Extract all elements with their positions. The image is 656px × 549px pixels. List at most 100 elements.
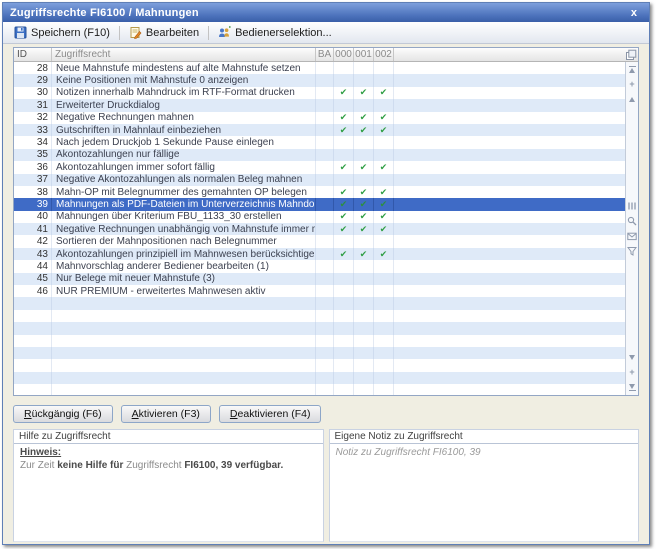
row-001-check[interactable] — [354, 174, 374, 186]
table-row[interactable]: 41 Negative Rechnungen unabhängig von Ma… — [14, 223, 625, 235]
row-000-check[interactable] — [334, 359, 354, 371]
table-row[interactable]: 42 Sortieren der Mahnpositionen nach Bel… — [14, 235, 625, 247]
column-header-002[interactable]: 002 — [374, 48, 394, 61]
mail-icon[interactable] — [627, 231, 638, 242]
row-ba-check[interactable] — [316, 310, 334, 322]
row-000-check[interactable]: ✔ — [334, 211, 354, 223]
scroll-top-icon[interactable] — [627, 64, 638, 75]
close-icon[interactable]: x — [626, 7, 642, 19]
row-002-check[interactable] — [374, 310, 394, 322]
row-002-check[interactable] — [374, 273, 394, 285]
row-000-check[interactable]: ✔ — [334, 198, 354, 210]
column-header-ba[interactable]: BA — [316, 48, 334, 61]
row-ba-check[interactable] — [316, 372, 334, 384]
row-ba-check[interactable] — [316, 186, 334, 198]
row-ba-check[interactable] — [316, 384, 334, 395]
row-ba-check[interactable] — [316, 223, 334, 235]
row-001-check[interactable] — [354, 149, 374, 161]
table-row[interactable]: 32 Negative Rechnungen mahnen ✔ ✔ ✔ — [14, 112, 625, 124]
grid-header-row[interactable]: ID Zugriffsrecht BA 000 001 002 — [14, 48, 638, 62]
row-ba-check[interactable] — [316, 322, 334, 334]
row-ba-check[interactable] — [316, 273, 334, 285]
row-001-check[interactable]: ✔ — [354, 124, 374, 136]
row-ba-check[interactable] — [316, 260, 334, 272]
operator-selection-button[interactable]: Bedienerselektion... — [212, 25, 338, 40]
row-000-check[interactable] — [334, 347, 354, 359]
row-002-check[interactable] — [374, 297, 394, 309]
row-002-check[interactable] — [374, 74, 394, 86]
row-001-check[interactable]: ✔ — [354, 112, 374, 124]
empty-row[interactable] — [14, 297, 625, 309]
row-002-check[interactable] — [374, 322, 394, 334]
search-icon[interactable] — [627, 216, 638, 227]
scroll-up-icon[interactable] — [627, 94, 638, 105]
row-000-check[interactable] — [334, 235, 354, 247]
row-000-check[interactable] — [334, 62, 354, 74]
row-ba-check[interactable] — [316, 211, 334, 223]
row-001-check[interactable]: ✔ — [354, 198, 374, 210]
table-row[interactable]: 33 Gutschriften in Mahnlauf einbeziehen … — [14, 124, 625, 136]
row-ba-check[interactable] — [316, 124, 334, 136]
row-001-check[interactable] — [354, 285, 374, 297]
row-000-check[interactable]: ✔ — [334, 186, 354, 198]
table-row[interactable]: 40 Mahnungen über Kriterium FBU_1133_30 … — [14, 211, 625, 223]
row-001-check[interactable] — [354, 62, 374, 74]
row-000-check[interactable] — [334, 273, 354, 285]
row-001-check[interactable]: ✔ — [354, 161, 374, 173]
grid-options-icon[interactable] — [625, 49, 637, 61]
row-ba-check[interactable] — [316, 149, 334, 161]
column-header-zugriffsrecht[interactable]: Zugriffsrecht — [52, 48, 316, 61]
row-001-check[interactable] — [354, 347, 374, 359]
row-000-check[interactable]: ✔ — [334, 223, 354, 235]
row-000-check[interactable]: ✔ — [334, 87, 354, 99]
row-002-check[interactable]: ✔ — [374, 211, 394, 223]
row-000-check[interactable]: ✔ — [334, 112, 354, 124]
table-row[interactable]: 37 Negative Akontozahlungen als normalen… — [14, 174, 625, 186]
row-002-check[interactable] — [374, 260, 394, 272]
filter-icon[interactable] — [627, 246, 638, 257]
row-002-check[interactable] — [374, 285, 394, 297]
row-002-check[interactable] — [374, 384, 394, 395]
row-001-check[interactable]: ✔ — [354, 186, 374, 198]
row-000-check[interactable] — [334, 99, 354, 111]
table-row[interactable]: 35 Akontozahlungen nur fällige — [14, 149, 625, 161]
row-000-check[interactable] — [334, 285, 354, 297]
row-ba-check[interactable] — [316, 235, 334, 247]
row-000-check[interactable] — [334, 74, 354, 86]
empty-row[interactable] — [14, 310, 625, 322]
row-002-check[interactable]: ✔ — [374, 112, 394, 124]
row-001-check[interactable] — [354, 335, 374, 347]
row-000-check[interactable] — [334, 372, 354, 384]
row-000-check[interactable] — [334, 335, 354, 347]
row-ba-check[interactable] — [316, 335, 334, 347]
row-000-check[interactable] — [334, 260, 354, 272]
row-add-icon[interactable]: + — [627, 367, 638, 378]
row-ba-check[interactable] — [316, 174, 334, 186]
row-000-check[interactable]: ✔ — [334, 124, 354, 136]
row-001-check[interactable] — [354, 260, 374, 272]
row-002-check[interactable]: ✔ — [374, 87, 394, 99]
row-000-check[interactable] — [334, 136, 354, 148]
row-002-check[interactable] — [374, 359, 394, 371]
row-000-check[interactable] — [334, 322, 354, 334]
table-row[interactable]: 34 Nach jedem Druckjob 1 Sekunde Pause e… — [14, 136, 625, 148]
row-001-check[interactable] — [354, 372, 374, 384]
table-row[interactable]: 30 Notizen innerhalb Mahndruck im RTF-Fo… — [14, 87, 625, 99]
row-000-check[interactable]: ✔ — [334, 161, 354, 173]
row-000-check[interactable]: ✔ — [334, 248, 354, 260]
column-header-000[interactable]: 000 — [334, 48, 354, 61]
table-row[interactable]: 31 Erweiterter Druckdialog — [14, 99, 625, 111]
row-002-check[interactable] — [374, 174, 394, 186]
row-001-check[interactable] — [354, 359, 374, 371]
row-000-check[interactable] — [334, 384, 354, 395]
table-row[interactable]: 29 Keine Positionen mit Mahnstufe 0 anze… — [14, 74, 625, 86]
row-001-check[interactable] — [354, 136, 374, 148]
row-002-check[interactable]: ✔ — [374, 124, 394, 136]
title-bar[interactable]: Zugriffsrechte FI6100 / Mahnungen x — [3, 3, 649, 22]
row-001-check[interactable] — [354, 384, 374, 395]
table-row[interactable]: 39 Mahnungen als PDF-Dateien im Unterver… — [14, 198, 625, 210]
row-001-check[interactable] — [354, 273, 374, 285]
row-001-check[interactable] — [354, 99, 374, 111]
row-001-check[interactable]: ✔ — [354, 87, 374, 99]
row-insert-icon[interactable]: + — [627, 79, 638, 90]
